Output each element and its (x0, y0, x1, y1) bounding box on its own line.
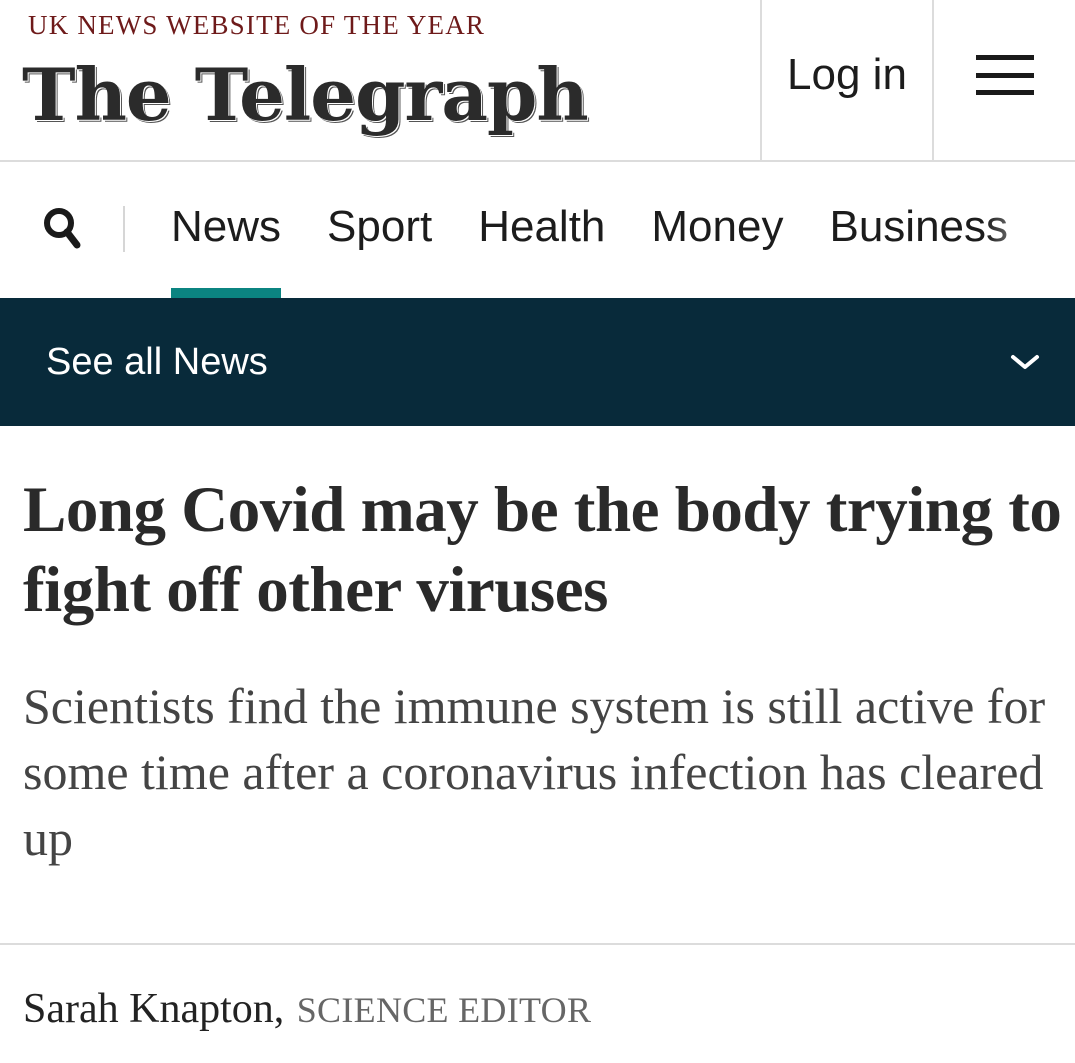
nav-items: News Sport Health Money Business (171, 202, 1054, 298)
divider (0, 943, 1075, 945)
author-role: SCIENCE EDITOR (296, 990, 592, 1030)
login-button[interactable]: Log in (760, 0, 934, 160)
chevron-down-icon (1011, 355, 1039, 369)
menu-button[interactable] (934, 0, 1075, 160)
search-icon (44, 208, 81, 249)
tagline: UK NEWS WEBSITE OF THE YEAR (28, 10, 486, 40)
nav-item-business[interactable]: Business (829, 202, 1008, 252)
telegraph-logo[interactable]: The Telegraph (22, 52, 589, 137)
nav-divider (123, 206, 125, 252)
nav-item-news[interactable]: News (171, 202, 282, 298)
article-headline: Long Covid may be the body trying to fig… (23, 474, 1062, 626)
site-header: UK NEWS WEBSITE OF THE YEAR The Telegrap… (0, 0, 1075, 162)
see-all-news-dropdown[interactable]: See all News (0, 298, 1075, 426)
nav-item-health[interactable]: Health (478, 202, 605, 252)
byline: Sarah Knapton, SCIENCE EDITOR (23, 985, 591, 1033)
search-button[interactable] (42, 206, 82, 250)
nav-item-sport[interactable]: Sport (327, 202, 432, 252)
section-label: See all News (46, 340, 268, 383)
nav-item-money[interactable]: Money (651, 202, 783, 252)
author-name[interactable]: Sarah Knapton, (23, 986, 284, 1032)
main-nav: News Sport Health Money Business (0, 162, 1075, 298)
hamburger-menu-icon (975, 55, 1034, 95)
article-standfirst: Scientists find the immune system is sti… (23, 678, 1046, 866)
login-label: Log in (787, 50, 907, 99)
